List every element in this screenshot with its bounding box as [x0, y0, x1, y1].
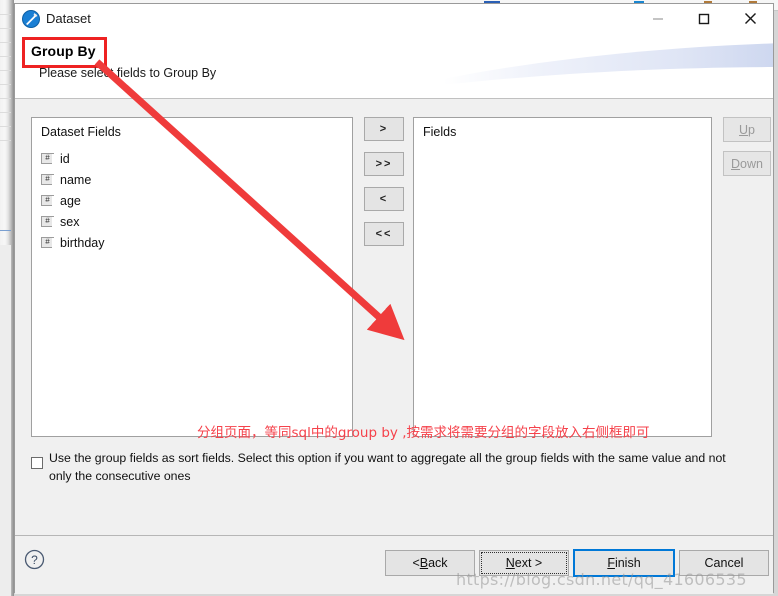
down-button[interactable]: Down [723, 151, 771, 176]
next-button-mnemonic: N [505, 556, 515, 570]
cancel-button[interactable]: Cancel [679, 550, 769, 576]
field-type-icon: # [41, 195, 56, 207]
order-button-group: Up Down [723, 117, 771, 185]
maximize-icon[interactable] [681, 4, 727, 33]
annotation-text: 分组页面，等同sql中的group by ,按需求将需要分组的字段放入右侧框即可 [197, 425, 650, 441]
move-all-left-button[interactable]: << [364, 222, 404, 246]
up-button[interactable]: Up [723, 117, 771, 142]
dataset-icon [21, 9, 41, 29]
sort-fields-option[interactable]: Use the group fields as sort fields. Sel… [31, 449, 757, 485]
field-type-icon: # [41, 216, 56, 228]
cancel-button-label: Cancel [704, 556, 744, 570]
field-list-item[interactable]: # name [32, 169, 352, 190]
field-type-icon: # [41, 237, 56, 249]
field-type-icon: # [41, 153, 56, 165]
background-window-lower [0, 245, 11, 596]
help-icon[interactable]: ? [23, 548, 46, 571]
move-left-button[interactable]: < [364, 187, 404, 211]
back-button-label: ack [428, 556, 448, 570]
back-button-prefix: < [412, 556, 420, 570]
up-button-label: p [748, 122, 755, 137]
wizard-header: Group By Please select fields to Group B… [15, 35, 773, 99]
back-button[interactable]: < Back [385, 550, 475, 576]
minimize-icon[interactable] [635, 4, 681, 33]
field-list-item[interactable]: # id [32, 148, 352, 169]
down-button-label: own [740, 156, 763, 171]
title-bar: Dataset [15, 4, 773, 35]
next-button-label: ext > [514, 556, 543, 570]
field-list-item-label: age [60, 193, 81, 208]
field-list-item[interactable]: # sex [32, 211, 352, 232]
field-list-item-label: id [60, 151, 70, 166]
field-list-item[interactable]: # age [32, 190, 352, 211]
page-description: Please select fields to Group By [39, 66, 217, 80]
back-button-mnemonic: B [419, 556, 429, 570]
field-type-icon: # [41, 174, 56, 186]
field-list-item-label: name [60, 172, 92, 187]
sort-fields-checkbox-label: Use the group fields as sort fields. Sel… [49, 451, 726, 483]
down-button-mnemonic: D [731, 156, 741, 171]
wizard-footer: ? < Back Next > Finish Cancel [15, 535, 773, 594]
header-swoosh-decoration [443, 43, 773, 85]
svg-text:?: ? [31, 553, 38, 567]
background-window-selection [0, 230, 11, 231]
close-icon[interactable] [727, 4, 773, 33]
page-title: Group By [31, 43, 96, 59]
dataset-fields-label: Dataset Fields [41, 125, 121, 139]
field-list-item-label: birthday [60, 235, 105, 250]
selected-fields-panel[interactable]: Fields [413, 117, 712, 437]
background-window-rows [0, 14, 11, 214]
finish-button-mnemonic: F [607, 556, 615, 570]
finish-button-label: inish [614, 556, 641, 570]
field-list-item-label: sex [60, 214, 80, 229]
dataset-fields-list[interactable]: # id # name # age # sex # birthday [32, 148, 352, 253]
transfer-button-group: > >> < << [364, 117, 404, 257]
sort-fields-checkbox[interactable] [31, 457, 43, 469]
up-button-mnemonic: U [739, 122, 749, 137]
wizard-content: Dataset Fields # id # name # age # sex # birthday… [15, 99, 773, 535]
dataset-fields-panel[interactable]: Dataset Fields # id # name # age # sex # birthday [31, 117, 353, 437]
fields-label: Fields [423, 125, 457, 139]
move-all-right-button[interactable]: >> [364, 152, 404, 176]
dataset-dialog: Dataset Group By Please select fields to… [14, 3, 774, 594]
next-button[interactable]: Next > [479, 550, 569, 576]
window-title: Dataset [46, 11, 91, 26]
finish-button[interactable]: Finish [573, 549, 675, 577]
field-list-item[interactable]: # birthday [32, 232, 352, 253]
move-right-button[interactable]: > [364, 117, 404, 141]
